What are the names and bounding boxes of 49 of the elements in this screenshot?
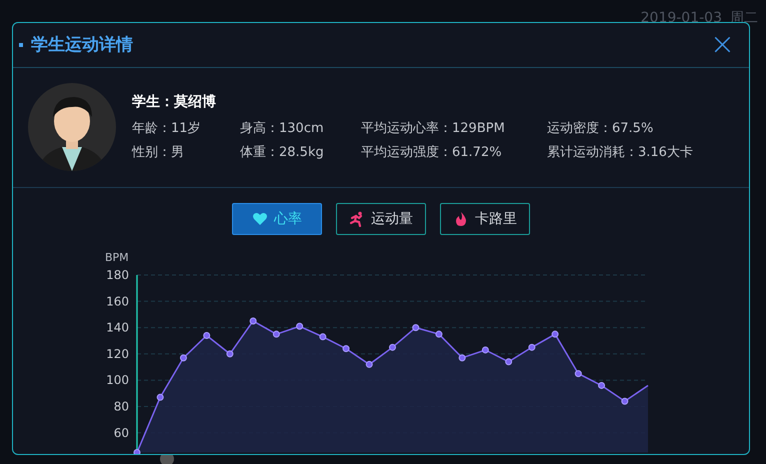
stat-text: 年龄：11岁 xyxy=(132,120,202,138)
data-point xyxy=(598,382,606,389)
axis-tick-label: 120 xyxy=(106,346,129,361)
data-point xyxy=(180,354,187,362)
stat-text: 累计运动消耗：3.16大卡 xyxy=(547,144,693,162)
axis-tick-label: 100 xyxy=(106,373,129,388)
flame-icon xyxy=(453,211,469,227)
axis-title: BPM xyxy=(105,251,129,264)
stat-text: 性别：男 xyxy=(132,144,185,162)
data-point xyxy=(574,370,582,378)
data-point xyxy=(458,354,466,362)
axis-tick-label: 80 xyxy=(114,400,129,414)
stat-text: 平均运动强度：61.72% xyxy=(361,144,503,162)
data-point xyxy=(156,394,164,401)
data-point xyxy=(319,333,326,340)
data-point xyxy=(435,330,442,338)
data-point xyxy=(621,398,628,405)
stat-text: 身高：130cm xyxy=(240,120,325,138)
axis-tick-label: 60 xyxy=(114,426,129,440)
chart-tab[interactable]: 心率 xyxy=(232,203,322,235)
dialog-title: 学生运动详情 xyxy=(31,34,134,56)
title-marker-icon xyxy=(19,42,23,47)
student-name: 学生：莫绍博 xyxy=(132,93,217,112)
data-point xyxy=(226,350,234,358)
data-point xyxy=(134,449,140,454)
data-point xyxy=(552,330,559,338)
stat-text: 运动密度：67.5% xyxy=(547,120,654,138)
data-point xyxy=(203,332,210,339)
chart-tab[interactable]: 卡路里 xyxy=(440,203,530,235)
stat-text: 体重：28.5kg xyxy=(240,144,325,162)
data-point xyxy=(342,345,350,352)
data-point xyxy=(250,318,257,325)
data-point xyxy=(366,360,373,368)
data-point xyxy=(482,346,489,354)
axis-tick-label: 160 xyxy=(106,294,129,308)
runner-icon xyxy=(349,211,365,227)
axis-tick-label: 140 xyxy=(106,320,129,335)
stat-text: 平均运动心率：129BPM xyxy=(361,120,506,138)
data-point xyxy=(505,358,512,366)
data-point xyxy=(296,322,304,330)
date-text: 2019-01-03 xyxy=(640,10,722,26)
axis-tick-label: 180 xyxy=(106,268,129,282)
close-button[interactable]: × xyxy=(706,30,739,60)
data-point xyxy=(272,330,280,338)
heart-icon xyxy=(252,211,268,227)
data-point xyxy=(412,324,420,332)
data-point xyxy=(389,344,396,351)
data-point xyxy=(528,344,536,351)
chart-tab[interactable]: 运动量 xyxy=(336,203,426,235)
